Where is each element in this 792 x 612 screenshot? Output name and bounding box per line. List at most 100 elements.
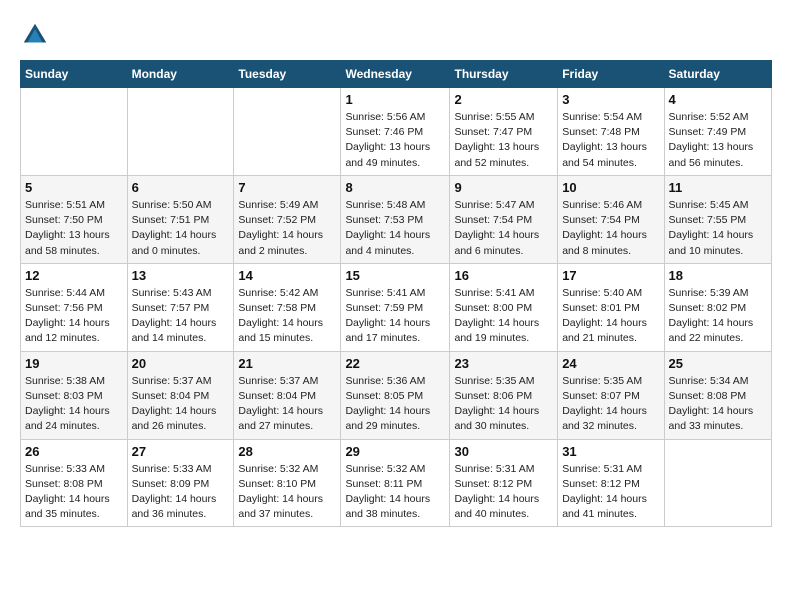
day-info: Sunrise: 5:44 AM Sunset: 7:56 PM Dayligh… (25, 286, 123, 347)
logo (20, 20, 54, 50)
calendar-day-7: 7 Sunrise: 5:49 AM Sunset: 7:52 PM Daylig… (234, 175, 341, 263)
day-number: 13 (132, 268, 230, 283)
day-number: 10 (562, 180, 659, 195)
day-number: 4 (669, 92, 767, 107)
calendar-empty-cell (21, 88, 128, 176)
calendar-table: SundayMondayTuesdayWednesdayThursdayFrid… (20, 60, 772, 527)
calendar-day-6: 6Sunrise: 5:50 AM Sunset: 7:51 PM Daylig… (127, 175, 234, 263)
day-number: 11 (669, 180, 767, 195)
calendar-empty-cell (127, 88, 234, 176)
day-number: 18 (669, 268, 767, 283)
day-number: 21 (238, 356, 336, 371)
calendar-day-27: 27Sunrise: 5:33 AM Sunset: 8:09 PM Dayli… (127, 439, 234, 527)
day-info: Sunrise: 5:52 AM Sunset: 7:49 PM Dayligh… (669, 110, 767, 171)
day-info: Sunrise: 5:31 AM Sunset: 8:12 PM Dayligh… (562, 462, 659, 523)
calendar-day-17: 17 Sunrise: 5:40 AM Sunset: 8:01 PM Dayli… (558, 263, 664, 351)
calendar-day-16: 16 Sunrise: 5:41 AM Sunset: 8:00 PM Dayli… (450, 263, 558, 351)
weekday-header-tuesday: Tuesday (234, 61, 341, 88)
day-info: Sunrise: 5:49 AM Sunset: 7:52 PM Dayligh… (238, 198, 336, 259)
day-number: 19 (25, 356, 123, 371)
day-info: Sunrise: 5:54 AM Sunset: 7:48 PM Dayligh… (562, 110, 659, 171)
calendar-day-30: 30 Sunrise: 5:31 AM Sunset: 8:12 PM Dayli… (450, 439, 558, 527)
day-info: Sunrise: 5:38 AM Sunset: 8:03 PM Dayligh… (25, 374, 123, 435)
day-info: Sunrise: 5:31 AM Sunset: 8:12 PM Dayligh… (454, 462, 553, 523)
logo-icon (20, 20, 50, 50)
calendar-day-12: 12 Sunrise: 5:44 AM Sunset: 7:56 PM Dayli… (21, 263, 128, 351)
day-info: Sunrise: 5:51 AM Sunset: 7:50 PM Dayligh… (25, 198, 123, 259)
calendar-day-19: 19 Sunrise: 5:38 AM Sunset: 8:03 PM Dayli… (21, 351, 128, 439)
day-number: 5 (25, 180, 123, 195)
calendar-empty-cell (234, 88, 341, 176)
day-number: 7 (238, 180, 336, 195)
weekday-header-friday: Friday (558, 61, 664, 88)
day-info: Sunrise: 5:43 AM Sunset: 7:57 PM Dayligh… (132, 286, 230, 347)
day-info: Sunrise: 5:37 AM Sunset: 8:04 PM Dayligh… (132, 374, 230, 435)
calendar-day-23: 23Sunrise: 5:35 AM Sunset: 8:06 PM Dayli… (450, 351, 558, 439)
weekday-header-row: SundayMondayTuesdayWednesdayThursdayFrid… (21, 61, 772, 88)
day-info: Sunrise: 5:56 AM Sunset: 7:46 PM Dayligh… (345, 110, 445, 171)
day-number: 17 (562, 268, 659, 283)
day-info: Sunrise: 5:46 AM Sunset: 7:54 PM Dayligh… (562, 198, 659, 259)
day-number: 23 (454, 356, 553, 371)
calendar-empty-cell (664, 439, 771, 527)
weekday-header-saturday: Saturday (664, 61, 771, 88)
day-number: 15 (345, 268, 445, 283)
day-number: 1 (345, 92, 445, 107)
day-number: 6 (132, 180, 230, 195)
day-number: 25 (669, 356, 767, 371)
calendar-day-8: 8Sunrise: 5:48 AM Sunset: 7:53 PM Daylig… (341, 175, 450, 263)
calendar-day-4: 4 Sunrise: 5:52 AM Sunset: 7:49 PM Daylig… (664, 88, 771, 176)
calendar-day-31: 31 Sunrise: 5:31 AM Sunset: 8:12 PM Dayli… (558, 439, 664, 527)
day-number: 22 (345, 356, 445, 371)
day-number: 26 (25, 444, 123, 459)
day-number: 14 (238, 268, 336, 283)
calendar-day-26: 26Sunrise: 5:33 AM Sunset: 8:08 PM Dayli… (21, 439, 128, 527)
calendar-day-14: 14Sunrise: 5:42 AM Sunset: 7:58 PM Dayli… (234, 263, 341, 351)
calendar-day-22: 22 Sunrise: 5:36 AM Sunset: 8:05 PM Dayli… (341, 351, 450, 439)
calendar-week-row: 19 Sunrise: 5:38 AM Sunset: 8:03 PM Dayli… (21, 351, 772, 439)
calendar-week-row: 12 Sunrise: 5:44 AM Sunset: 7:56 PM Dayli… (21, 263, 772, 351)
calendar-day-24: 24Sunrise: 5:35 AM Sunset: 8:07 PM Dayli… (558, 351, 664, 439)
calendar-day-25: 25 Sunrise: 5:34 AM Sunset: 8:08 PM Dayli… (664, 351, 771, 439)
weekday-header-thursday: Thursday (450, 61, 558, 88)
day-number: 30 (454, 444, 553, 459)
calendar-day-2: 2Sunrise: 5:55 AM Sunset: 7:47 PM Daylig… (450, 88, 558, 176)
calendar-day-18: 18 Sunrise: 5:39 AM Sunset: 8:02 PM Dayli… (664, 263, 771, 351)
day-info: Sunrise: 5:40 AM Sunset: 8:01 PM Dayligh… (562, 286, 659, 347)
day-number: 3 (562, 92, 659, 107)
day-info: Sunrise: 5:39 AM Sunset: 8:02 PM Dayligh… (669, 286, 767, 347)
day-info: Sunrise: 5:32 AM Sunset: 8:10 PM Dayligh… (238, 462, 336, 523)
day-info: Sunrise: 5:32 AM Sunset: 8:11 PM Dayligh… (345, 462, 445, 523)
calendar-day-5: 5 Sunrise: 5:51 AM Sunset: 7:50 PM Daylig… (21, 175, 128, 263)
day-info: Sunrise: 5:37 AM Sunset: 8:04 PM Dayligh… (238, 374, 336, 435)
calendar-day-21: 21 Sunrise: 5:37 AM Sunset: 8:04 PM Dayli… (234, 351, 341, 439)
day-info: Sunrise: 5:41 AM Sunset: 7:59 PM Dayligh… (345, 286, 445, 347)
day-info: Sunrise: 5:47 AM Sunset: 7:54 PM Dayligh… (454, 198, 553, 259)
calendar-week-row: 1 Sunrise: 5:56 AM Sunset: 7:46 PM Daylig… (21, 88, 772, 176)
day-number: 28 (238, 444, 336, 459)
day-number: 31 (562, 444, 659, 459)
weekday-header-sunday: Sunday (21, 61, 128, 88)
calendar-day-20: 20 Sunrise: 5:37 AM Sunset: 8:04 PM Dayli… (127, 351, 234, 439)
day-info: Sunrise: 5:34 AM Sunset: 8:08 PM Dayligh… (669, 374, 767, 435)
day-number: 16 (454, 268, 553, 283)
day-info: Sunrise: 5:55 AM Sunset: 7:47 PM Dayligh… (454, 110, 553, 171)
weekday-header-wednesday: Wednesday (341, 61, 450, 88)
day-number: 9 (454, 180, 553, 195)
calendar-week-row: 5 Sunrise: 5:51 AM Sunset: 7:50 PM Daylig… (21, 175, 772, 263)
calendar-day-3: 3 Sunrise: 5:54 AM Sunset: 7:48 PM Daylig… (558, 88, 664, 176)
day-info: Sunrise: 5:45 AM Sunset: 7:55 PM Dayligh… (669, 198, 767, 259)
day-number: 12 (25, 268, 123, 283)
calendar-day-9: 9 Sunrise: 5:47 AM Sunset: 7:54 PM Daylig… (450, 175, 558, 263)
page-header (20, 20, 772, 50)
day-number: 20 (132, 356, 230, 371)
day-info: Sunrise: 5:33 AM Sunset: 8:09 PM Dayligh… (132, 462, 230, 523)
calendar-day-1: 1 Sunrise: 5:56 AM Sunset: 7:46 PM Daylig… (341, 88, 450, 176)
day-info: Sunrise: 5:36 AM Sunset: 8:05 PM Dayligh… (345, 374, 445, 435)
day-info: Sunrise: 5:41 AM Sunset: 8:00 PM Dayligh… (454, 286, 553, 347)
calendar-body: 1 Sunrise: 5:56 AM Sunset: 7:46 PM Daylig… (21, 88, 772, 527)
day-number: 24 (562, 356, 659, 371)
calendar-day-10: 10 Sunrise: 5:46 AM Sunset: 7:54 PM Dayli… (558, 175, 664, 263)
day-number: 29 (345, 444, 445, 459)
calendar-day-11: 11 Sunrise: 5:45 AM Sunset: 7:55 PM Dayli… (664, 175, 771, 263)
